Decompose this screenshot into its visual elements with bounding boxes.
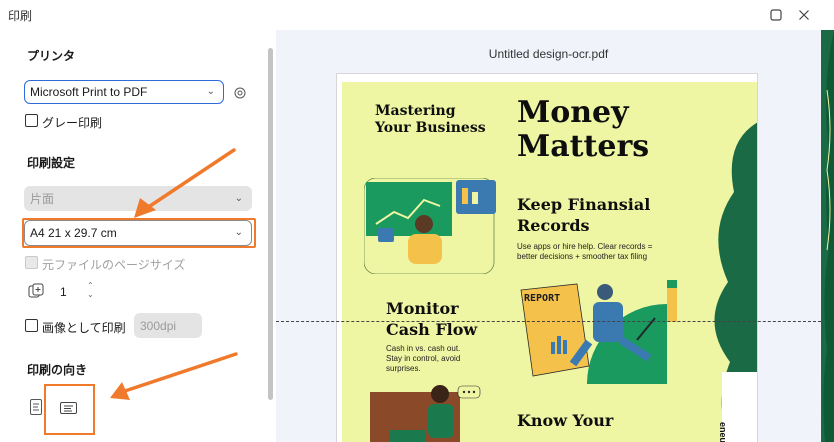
poster-heading-records: Keep Finansial Records [517,195,651,235]
maximize-icon[interactable] [766,5,786,25]
orientation-heading: 印刷の向き [27,363,88,377]
poster-heading-cashflow: Monitor Cash Flow [386,299,478,339]
poster-text-records: Use apps or hire help. Clear records = b… [517,242,653,261]
window-title: 印刷 [8,9,33,23]
sides-select: 片面 ⌄ [24,186,252,211]
printer-select-value: Microsoft Print to PDF [30,85,148,99]
poster-subtitle: Mastering Your Business [375,103,486,136]
copies-stepper[interactable]: ⌃ ⌄ [87,281,94,299]
poster-green-leaves [714,122,757,442]
printer-heading: プリンタ [27,49,76,63]
poster: Mastering Your Business Money Matters Ke… [342,82,757,442]
print-settings-heading: 印刷設定 [27,156,76,170]
poster-title: Money Matters [517,95,650,164]
sides-select-value: 片面 [30,192,55,206]
poster-report-label: REPORT [524,293,561,304]
print-preview: Untitled design-ocr.pdf Mastering Your B… [276,30,821,442]
portrait-orientation-icon[interactable] [30,399,42,420]
print-as-image-checkbox[interactable] [25,319,38,332]
printer-properties-icon[interactable] [234,86,246,104]
illustration-presenter [364,178,496,274]
illustration-laptop [370,385,481,442]
dpi-select: 300dpi [134,313,202,338]
paper-size-highlight [22,218,256,248]
original-size-label: 元ファイルのページサイズ [42,258,186,272]
chevron-down-icon: ⌄ [206,85,215,97]
poster-side-text: eneurs [718,422,728,442]
landscape-orientation-icon[interactable] [60,401,77,419]
background-edge [821,30,834,442]
poster-heading-know: Know Your [517,411,614,430]
settings-panel: プリンタ Microsoft Print to PDF ⌄ グレー印刷 印刷設定… [0,30,276,442]
grayscale-label: グレー印刷 [42,116,103,130]
poster-text-cashflow: Cash in vs. cash out. Stay in control, a… [386,344,461,373]
copies-value[interactable]: 1 [60,285,67,299]
original-size-checkbox [25,256,38,269]
page-break-line [276,321,821,322]
close-icon[interactable] [794,5,814,25]
preview-page: Mastering Your Business Money Matters Ke… [336,73,758,442]
dpi-value: 300dpi [140,318,177,333]
printer-select[interactable]: Microsoft Print to PDF ⌄ [24,80,224,104]
print-as-image-label: 画像として印刷 [42,321,126,335]
title-bar: 印刷 [0,0,834,30]
preview-filename: Untitled design-ocr.pdf [488,47,609,61]
grayscale-checkbox[interactable] [25,114,38,127]
copies-icon [28,283,46,304]
chevron-down-icon: ⌄ [234,192,243,204]
settings-scrollbar[interactable] [268,48,273,400]
